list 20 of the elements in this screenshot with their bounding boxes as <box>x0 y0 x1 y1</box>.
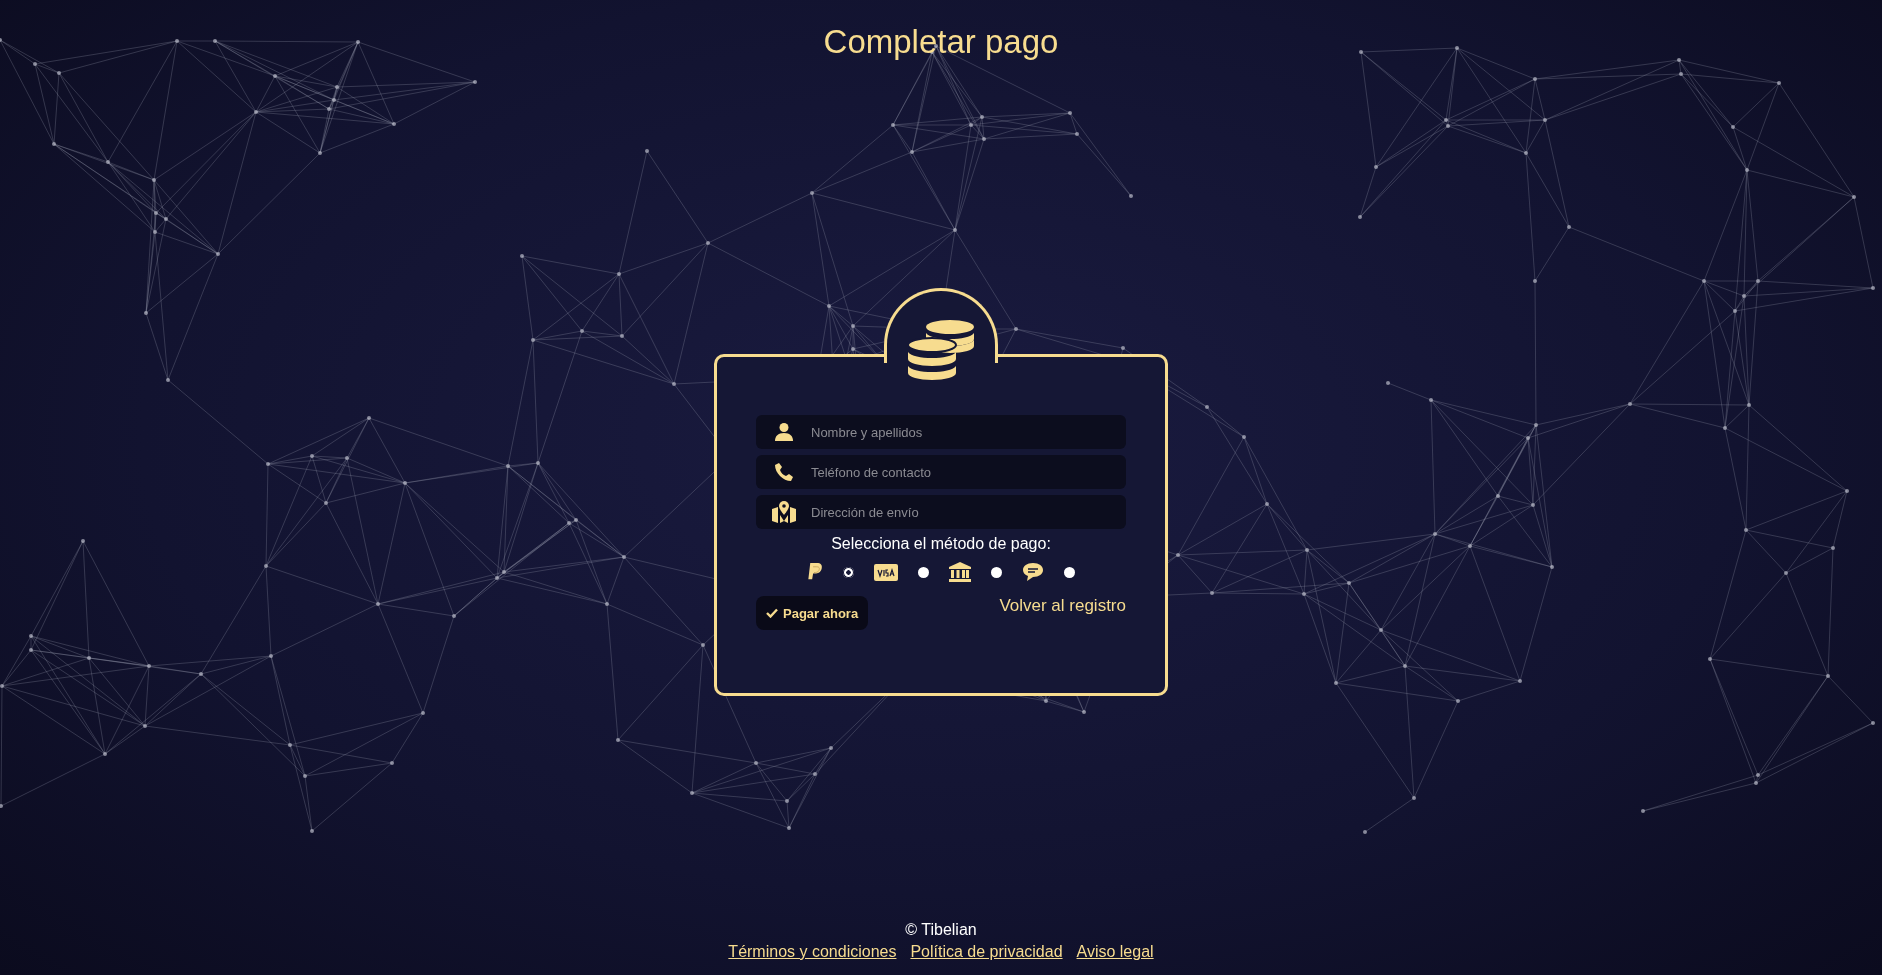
pay-button[interactable]: Pagar ahora <box>756 596 869 630</box>
payment-radio[interactable] <box>991 566 1002 578</box>
copyright-text: © Tibelian <box>905 921 977 939</box>
chat-bubble-icon <box>1022 562 1044 582</box>
payment-radio[interactable] <box>843 566 854 578</box>
checkmark-icon <box>766 608 778 618</box>
back-to-register-link[interactable]: Volver al registro <box>999 596 1126 616</box>
card-icon <box>874 563 898 581</box>
page-title: Completar pago <box>823 22 1059 62</box>
paypal-icon <box>807 562 823 582</box>
footer-link[interactable]: Política de privacidad <box>910 943 1063 961</box>
input-field[interactable]: Nombre y apellidos <box>756 415 1126 449</box>
input-field[interactable]: Dirección de envío <box>756 495 1126 529</box>
payment-radio[interactable] <box>1064 566 1075 578</box>
payment-radio[interactable] <box>918 566 929 578</box>
footer-link[interactable]: Términos y condiciones <box>728 943 897 961</box>
input-field[interactable]: Teléfono de contacto <box>756 455 1126 489</box>
footer-link[interactable]: Aviso legal <box>1076 943 1154 961</box>
bank-icon <box>949 562 971 582</box>
payment-method-label: Selecciona el método de pago: <box>831 534 1051 554</box>
